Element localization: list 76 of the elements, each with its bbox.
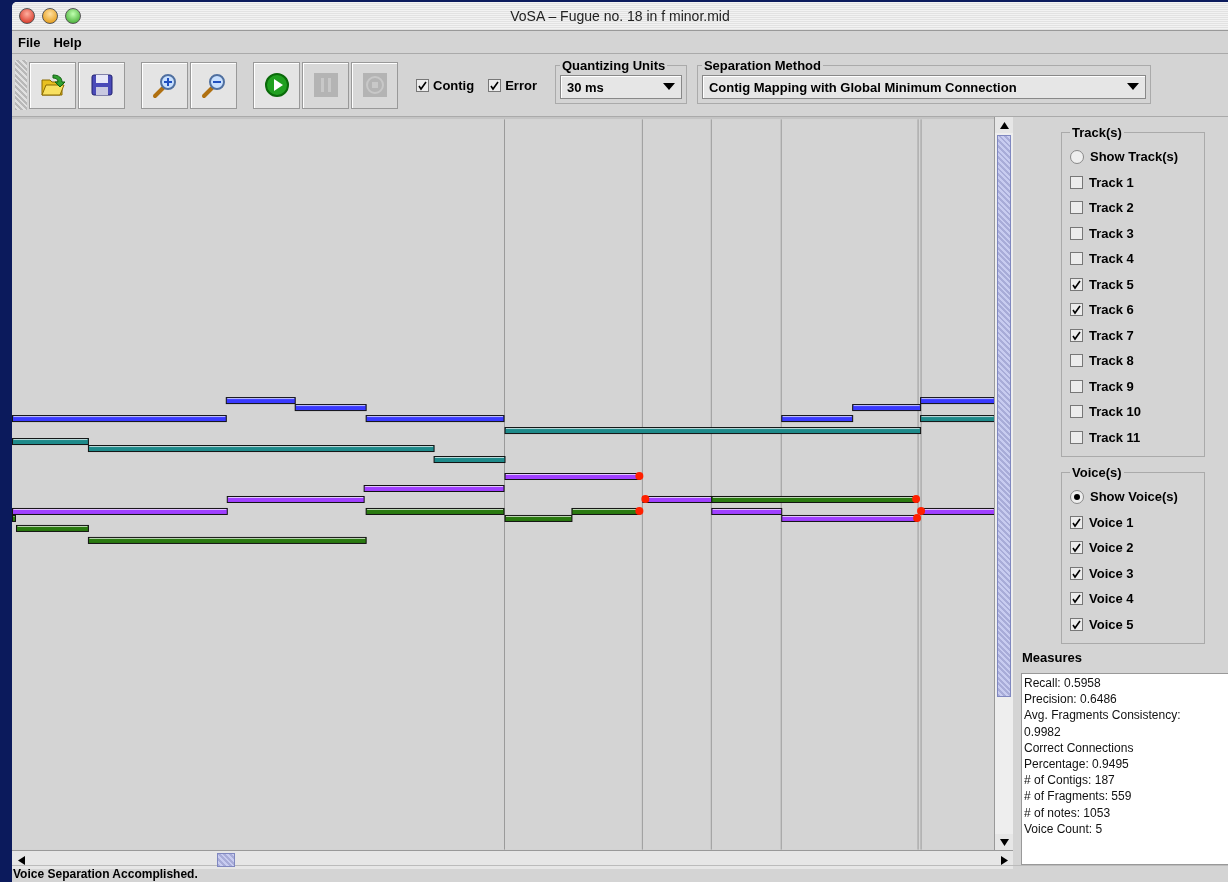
horizontal-scrollbar[interactable] — [12, 850, 1013, 869]
checkbox[interactable]: Track 3 — [1070, 220, 1196, 246]
checkmark-icon — [1071, 542, 1082, 554]
vertical-scrollbar[interactable] — [994, 117, 1013, 850]
method-dropdown[interactable]: Contig Mapping with Global Minimum Connection — [701, 75, 1146, 99]
group-label: Quantizing Units — [560, 58, 667, 73]
checkbox[interactable]: Track 10 — [1070, 399, 1196, 425]
toolbar-grip[interactable] — [15, 60, 27, 110]
zoom-button[interactable] — [65, 8, 81, 24]
up-arrow-icon[interactable] — [999, 121, 1009, 129]
menu-item[interactable]: File — [18, 34, 41, 50]
checkbox[interactable]: Voice 3 — [1070, 560, 1196, 586]
status-text: Voice Separation Accomplished. — [12, 865, 1228, 882]
checkbox[interactable]: Contig — [416, 77, 475, 93]
folder-icon — [38, 71, 67, 99]
measure-text: # of Fragments: 559 — [1024, 788, 1133, 805]
down-arrow-icon[interactable] — [999, 838, 1009, 846]
checkmark-icon — [417, 79, 428, 91]
checkbox[interactable]: Track 7 — [1070, 322, 1196, 348]
checkbox[interactable]: Error — [488, 77, 537, 93]
close-button[interactable] — [19, 8, 35, 24]
measure-text: 0.9982 — [1024, 723, 1062, 740]
checkbox[interactable]: Track 5 — [1070, 271, 1196, 297]
checkmark-icon — [1071, 567, 1082, 579]
checkbox[interactable]: Track 6 — [1070, 297, 1196, 323]
play-button[interactable] — [253, 61, 300, 109]
checkmark-icon — [1071, 329, 1082, 341]
measure-text: Recall: 0.5958 — [1024, 675, 1102, 692]
radio-button[interactable]: Show Voice(s) — [1070, 484, 1196, 510]
checkbox[interactable]: Track 2 — [1070, 195, 1196, 221]
checkbox[interactable]: Voice 2 — [1070, 535, 1196, 561]
scroll-thumb[interactable] — [217, 853, 235, 867]
checkmark-icon — [1071, 618, 1082, 630]
zoom-in-icon — [150, 71, 179, 99]
group-label: Track(s) — [1071, 125, 1123, 140]
checkbox[interactable]: Track 1 — [1070, 169, 1196, 195]
checkmark-icon — [1071, 278, 1082, 290]
pause-icon — [311, 71, 340, 99]
checkbox[interactable]: Track 11 — [1070, 424, 1196, 450]
zoom-in-button[interactable] — [141, 61, 188, 109]
checkbox[interactable]: Voice 1 — [1070, 509, 1196, 535]
left-arrow-icon[interactable] — [17, 855, 25, 865]
group-label: Voice(s) — [1071, 465, 1123, 480]
checkbox[interactable]: Track 8 — [1070, 348, 1196, 374]
measure-text: # of Contigs: 187 — [1024, 772, 1116, 789]
checkmark-icon — [1071, 304, 1082, 316]
caret-icon — [1126, 83, 1139, 91]
measure-text: Correct Connections — [1024, 739, 1135, 756]
checkmark-icon — [1071, 593, 1082, 605]
measures-label: Measures — [1021, 650, 1083, 665]
measure-text: Precision: 0.6486 — [1024, 691, 1118, 708]
window-title: VoSA – Fugue no. 18 in f minor.mid — [510, 8, 730, 24]
play-icon — [262, 71, 291, 99]
open-folder-button[interactable] — [29, 61, 76, 109]
radio-button[interactable]: Show Track(s) — [1070, 144, 1196, 170]
stop-icon — [360, 71, 389, 99]
right-arrow-icon[interactable] — [1000, 855, 1008, 865]
checkbox[interactable]: Track 4 — [1070, 246, 1196, 272]
save-button[interactable] — [78, 61, 125, 109]
menu-item[interactable]: Help — [53, 34, 82, 50]
group-label: Separation Method — [702, 58, 822, 73]
checkbox[interactable]: Voice 5 — [1070, 611, 1196, 637]
checkmark-icon — [1071, 516, 1082, 528]
measure-text: # of notes: 1053 — [1024, 804, 1112, 821]
minimize-button[interactable] — [42, 8, 58, 24]
zoom-out-button[interactable] — [190, 61, 237, 109]
caret-icon — [662, 83, 675, 91]
measure-text: Avg. Fragments Consistency: — [1024, 707, 1182, 724]
checkmark-icon — [489, 79, 501, 91]
checkbox[interactable]: Track 9 — [1070, 373, 1196, 399]
measure-text: Percentage: 0.9495 — [1024, 756, 1130, 773]
zoom-out-icon — [199, 71, 228, 99]
checkbox[interactable]: Voice 4 — [1070, 586, 1196, 612]
scroll-thumb[interactable] — [997, 135, 1011, 697]
measure-text: Voice Count: 5 — [1024, 820, 1104, 838]
units-dropdown[interactable]: 30 ms — [559, 75, 682, 99]
